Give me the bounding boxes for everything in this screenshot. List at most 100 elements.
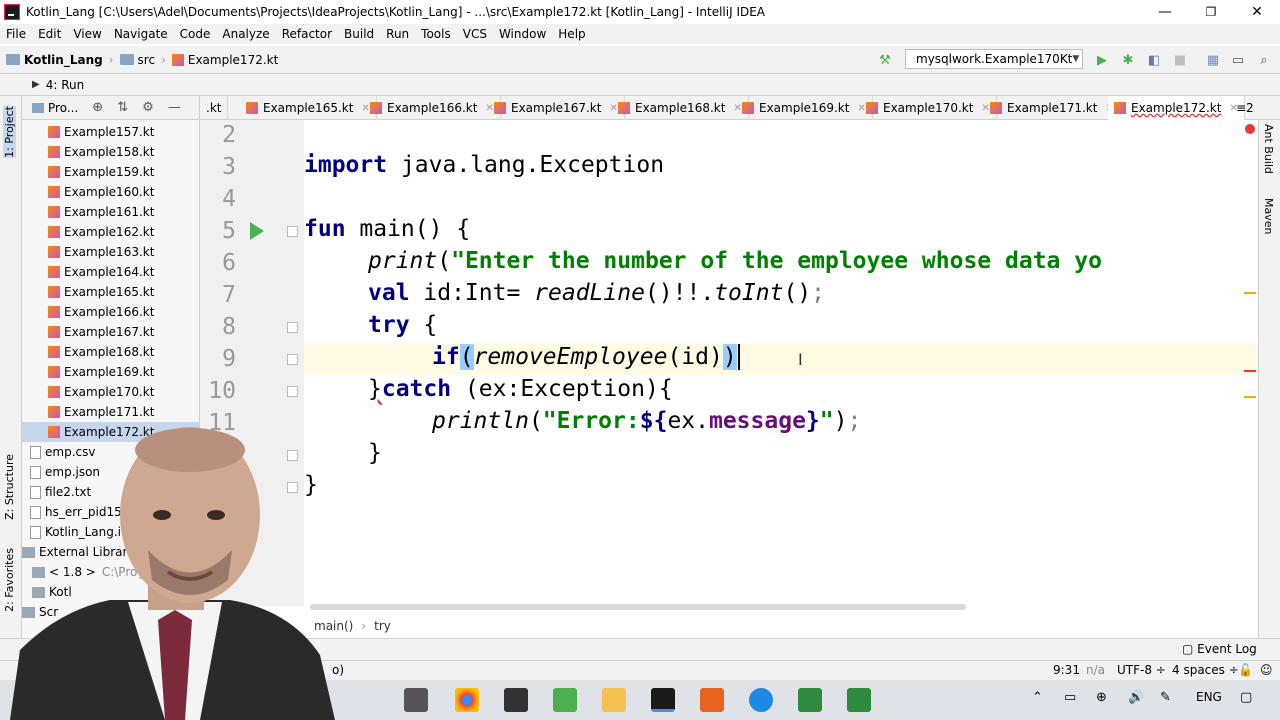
- layout-icon[interactable]: ▭: [1230, 52, 1246, 68]
- network-icon[interactable]: ⊕: [1096, 690, 1107, 705]
- volume-icon[interactable]: 🔊: [1128, 690, 1144, 705]
- line-separator[interactable]: n/a: [1086, 663, 1105, 677]
- editor-tab[interactable]: Example166.kt ✕: [364, 96, 501, 120]
- line-number: 10: [208, 378, 236, 404]
- project-view-select[interactable]: Pro...: [48, 101, 78, 115]
- tree-file[interactable]: Example158.kt: [48, 142, 154, 162]
- editor-tab[interactable]: Example171.kt✕: [984, 96, 1121, 120]
- indent-setting[interactable]: 4 spaces ÷: [1172, 663, 1239, 677]
- editor-tab[interactable]: .kt: [200, 96, 229, 120]
- chrome-icon[interactable]: [455, 688, 479, 712]
- lock-icon[interactable]: 🔓: [1238, 663, 1253, 677]
- kotlin-file-icon: [48, 266, 60, 278]
- tree-file[interactable]: Example170.kt: [48, 382, 154, 402]
- tree-file[interactable]: Example163.kt: [48, 242, 154, 262]
- run-gutter-icon[interactable]: [250, 222, 264, 240]
- tree-file[interactable]: Example171.kt: [48, 402, 154, 422]
- menu-code[interactable]: Code: [174, 27, 217, 41]
- inspector-icon[interactable]: ☺: [1260, 663, 1273, 677]
- menu-navigate[interactable]: Navigate: [108, 27, 174, 41]
- pen-icon[interactable]: ✎: [1160, 690, 1171, 705]
- editor-tab[interactable]: Example165.kt ✕: [240, 96, 377, 120]
- tree-file[interactable]: Example162.kt: [48, 222, 154, 242]
- editor-tab[interactable]: Example167.kt ✕: [488, 96, 625, 120]
- fold-marker-icon[interactable]: [287, 354, 298, 365]
- menu-edit[interactable]: Edit: [32, 27, 67, 41]
- horizontal-scrollbar[interactable]: [310, 604, 966, 610]
- menu-refactor[interactable]: Refactor: [276, 27, 338, 41]
- collapse-icon[interactable]: ⇅: [117, 100, 128, 115]
- task-view-icon[interactable]: [404, 688, 428, 712]
- tree-file[interactable]: Example165.kt: [48, 282, 154, 302]
- caret-position[interactable]: 9:31: [1053, 663, 1080, 677]
- stop-icon[interactable]: ■: [1172, 52, 1188, 68]
- tree-file[interactable]: Example159.kt: [48, 162, 154, 182]
- tree-file[interactable]: Example157.kt: [48, 122, 154, 142]
- intellij-taskbar-icon[interactable]: [651, 688, 675, 712]
- close-button[interactable]: ✕: [1234, 0, 1280, 24]
- gear-icon[interactable]: ⚙: [142, 100, 154, 115]
- project-tool-tab[interactable]: 1: Project: [3, 106, 16, 158]
- breadcrumb-try[interactable]: try: [374, 619, 391, 633]
- tree-file[interactable]: Example161.kt: [48, 202, 154, 222]
- menu-file[interactable]: File: [0, 27, 32, 41]
- search-everywhere-icon[interactable]: ⌕: [1256, 52, 1272, 68]
- locate-icon[interactable]: ⊕: [92, 100, 103, 115]
- run-icon[interactable]: ▶: [1094, 52, 1110, 68]
- menu-build[interactable]: Build: [338, 27, 380, 41]
- fold-marker-icon[interactable]: [287, 322, 298, 333]
- app-icon[interactable]: [798, 688, 822, 712]
- nav-project[interactable]: Kotlin_Lang ›: [6, 53, 114, 67]
- project-structure-icon[interactable]: ▦: [1205, 52, 1221, 68]
- fold-marker-icon[interactable]: [287, 386, 298, 397]
- battery-icon[interactable]: ▭: [1064, 690, 1076, 705]
- tree-file[interactable]: Example167.kt: [48, 322, 154, 342]
- restore-button[interactable]: ❐: [1188, 0, 1234, 24]
- editor-tab[interactable]: Example170.kt ✕: [860, 96, 997, 120]
- menu-analyze[interactable]: Analyze: [216, 27, 275, 41]
- fold-marker-icon[interactable]: [287, 226, 298, 237]
- hide-icon[interactable]: —: [168, 100, 181, 115]
- editor-tab[interactable]: Example169.kt ✕: [736, 96, 873, 120]
- warning-marker-icon[interactable]: [1244, 396, 1256, 398]
- menu-view[interactable]: View: [67, 27, 107, 41]
- menu-help[interactable]: Help: [552, 27, 591, 41]
- minimize-button[interactable]: —: [1142, 0, 1188, 24]
- menu-run[interactable]: Run: [380, 27, 415, 41]
- mail-icon[interactable]: [504, 688, 528, 712]
- menu-tools[interactable]: Tools: [415, 27, 457, 41]
- file-encoding[interactable]: UTF-8 ÷: [1117, 663, 1166, 677]
- nav-src[interactable]: src ›: [119, 53, 166, 67]
- editor-tab-active[interactable]: Example172.kt ✕: [1108, 96, 1245, 120]
- tree-file[interactable]: Example166.kt: [48, 302, 154, 322]
- app-icon[interactable]: [700, 688, 724, 712]
- file-explorer-icon[interactable]: [602, 688, 626, 712]
- tabs-overflow-button[interactable]: ≡2: [1230, 96, 1260, 120]
- input-language[interactable]: ENG: [1196, 690, 1222, 704]
- build-hammer-icon[interactable]: ⚒: [877, 52, 893, 68]
- error-marker-icon[interactable]: [1244, 370, 1256, 372]
- run-window-tab[interactable]: 4: Run: [46, 78, 85, 92]
- editor-tab[interactable]: Example168.kt ✕: [612, 96, 749, 120]
- kotlin-file-icon: [48, 166, 60, 178]
- ant-build-tool-tab[interactable]: Ant Build: [1262, 124, 1275, 174]
- app-icon[interactable]: [847, 688, 871, 712]
- nav-file[interactable]: Example172.kt: [171, 53, 278, 67]
- tree-file[interactable]: Example168.kt: [48, 342, 154, 362]
- debug-icon[interactable]: ✱: [1120, 52, 1136, 68]
- notifications-icon[interactable]: ▢: [1240, 690, 1252, 705]
- warning-marker-icon[interactable]: [1244, 292, 1256, 294]
- menu-window[interactable]: Window: [493, 27, 552, 41]
- tree-file[interactable]: Example160.kt: [48, 182, 154, 202]
- error-indicator-icon[interactable]: [1245, 124, 1255, 134]
- bluetooth-icon[interactable]: [749, 688, 773, 712]
- menu-vcs[interactable]: VCS: [457, 27, 493, 41]
- app-icon[interactable]: [553, 688, 577, 712]
- tree-file[interactable]: Example164.kt: [48, 262, 154, 282]
- event-log-button[interactable]: ▢ Event Log: [1182, 642, 1257, 656]
- run-configuration-select[interactable]: mysqlwork.Example170Kt ▼: [905, 49, 1083, 69]
- chevron-up-icon[interactable]: ⌃: [1032, 690, 1043, 705]
- coverage-icon[interactable]: ◧: [1146, 52, 1162, 68]
- tree-file[interactable]: Example169.kt: [48, 362, 154, 382]
- maven-tool-tab[interactable]: Maven: [1262, 198, 1275, 234]
